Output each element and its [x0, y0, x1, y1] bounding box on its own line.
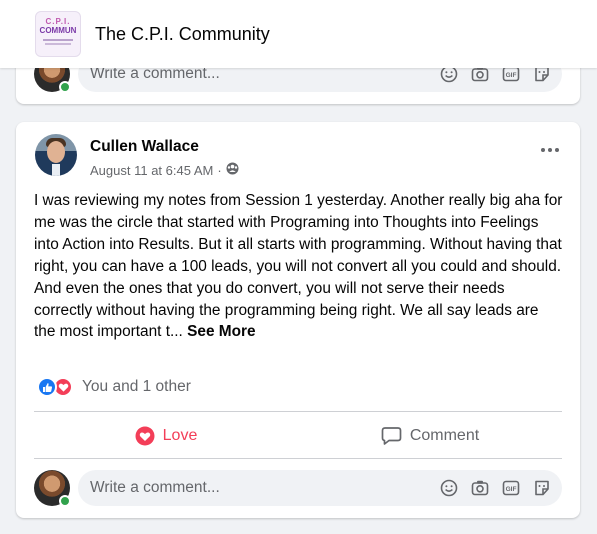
divider	[34, 458, 562, 459]
post-timestamp[interactable]: August 11 at 6:45 AM	[90, 163, 213, 178]
svg-text:GIF: GIF	[506, 486, 517, 493]
camera-icon[interactable]	[470, 478, 490, 498]
comment-composer: Write a comment... GIF	[34, 467, 562, 509]
group-audience-icon[interactable]	[226, 162, 239, 178]
post-text: I was reviewing my notes from Session 1 …	[34, 190, 564, 343]
post-body: I was reviewing my notes from Session 1 …	[34, 192, 563, 341]
group-logo[interactable]: C.P.I. COMMUN	[35, 11, 81, 57]
online-status-dot	[59, 81, 71, 93]
group-name[interactable]: The C.P.I. Community	[95, 24, 270, 45]
comment-placeholder: Write a comment...	[90, 479, 220, 496]
comment-label: Comment	[409, 427, 480, 444]
online-status-dot	[59, 495, 71, 507]
post-options-button[interactable]	[538, 142, 562, 158]
comment-icon	[381, 427, 402, 445]
love-label: Love	[162, 427, 198, 444]
emoji-icon[interactable]	[439, 478, 459, 498]
group-header: C.P.I. COMMUN The C.P.I. Community	[0, 0, 597, 68]
avatar-shirt	[52, 164, 60, 176]
svg-text:GIF: GIF	[506, 72, 517, 79]
divider	[34, 411, 562, 412]
avatar-face	[47, 141, 65, 163]
sticker-icon[interactable]	[532, 478, 552, 498]
author-avatar[interactable]	[35, 134, 77, 176]
group-logo-text: C.P.I.	[45, 17, 71, 26]
love-button[interactable]: Love	[34, 416, 298, 456]
post-card: Cullen Wallace August 11 at 6:45 AM · I …	[16, 122, 580, 518]
more-dot	[548, 148, 552, 152]
like-reaction-icon	[37, 377, 57, 397]
gif-icon[interactable]: GIF	[501, 478, 521, 498]
post-actions: Love Comment	[34, 416, 562, 456]
group-logo-line	[45, 43, 71, 45]
see-more-link[interactable]: See More	[187, 323, 255, 340]
more-dot	[555, 148, 559, 152]
post-meta: August 11 at 6:45 AM ·	[90, 162, 239, 178]
love-icon	[135, 426, 155, 446]
meta-separator: ·	[217, 162, 222, 178]
more-dot	[541, 148, 545, 152]
reaction-summary[interactable]: You and 1 other	[37, 377, 191, 397]
group-logo-text: COMMUN	[39, 26, 77, 35]
group-logo-line	[43, 39, 73, 41]
author-name[interactable]: Cullen Wallace	[90, 138, 199, 156]
reaction-count[interactable]: You and 1 other	[82, 378, 191, 396]
comment-input[interactable]: Write a comment... GIF	[78, 470, 562, 506]
comment-button[interactable]: Comment	[298, 416, 562, 456]
